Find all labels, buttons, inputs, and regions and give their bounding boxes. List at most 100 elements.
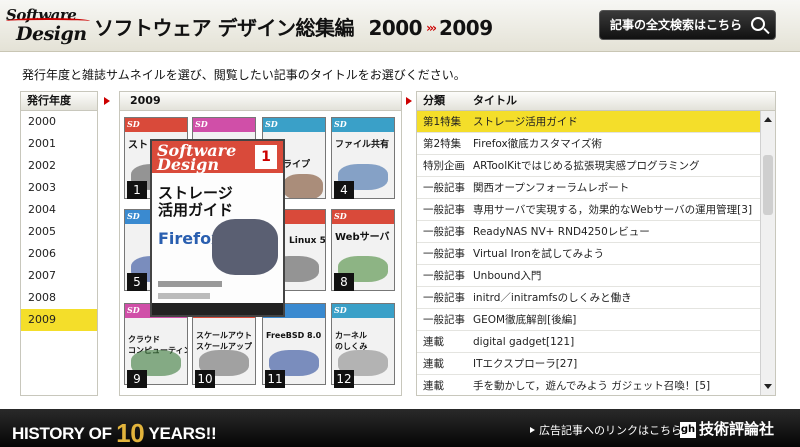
- cover-logo: SD: [334, 119, 347, 129]
- issue-number-badge[interactable]: 12: [334, 370, 354, 388]
- arrow-right-icon: [104, 97, 110, 105]
- year-item-2009[interactable]: 2009: [21, 309, 97, 331]
- history-banner: HISTORY OF 10 YEARS!!: [12, 418, 217, 447]
- cover-headline: スケールアウト スケールアップ: [196, 331, 252, 351]
- table-row[interactable]: 一般記事 GEOM徹底解剖[後編]: [417, 309, 761, 331]
- cover-logo: SD: [127, 305, 140, 315]
- row-title: Firefox徹底カスタマイズ術: [473, 138, 602, 150]
- year-item-2007[interactable]: 2007: [21, 265, 97, 287]
- publisher-logo[interactable]: gh 技術評論社: [680, 418, 774, 438]
- table-row[interactable]: 連載 digital gadget[121]: [417, 331, 761, 353]
- cover-logo: SD: [334, 211, 347, 221]
- cover-logo: SD: [334, 305, 347, 315]
- issue-number-badge[interactable]: 5: [127, 273, 147, 291]
- row-category: 一般記事: [423, 182, 465, 194]
- instruction-text: 発行年度と雑誌サムネイルを選び、閲覧したい記事のタイトルをお選びください。: [22, 68, 466, 82]
- header-bar: Software Design ソフトウェア デザイン総集編 2000 ››› 20…: [0, 0, 800, 52]
- cover-headline: カーネル のしくみ: [335, 331, 368, 351]
- cover-robot-illustration: [212, 219, 278, 275]
- ad-articles-link[interactable]: 広告記事へのリンクはこちら: [530, 422, 682, 438]
- row-title: digital gadget[121]: [473, 336, 575, 348]
- issue-number-badge[interactable]: 4: [334, 181, 354, 199]
- table-row[interactable]: 連載 ITエクスプローラ[27]: [417, 353, 761, 375]
- issue-number-badge[interactable]: 8: [334, 273, 354, 291]
- scrollbar-thumb[interactable]: [763, 155, 773, 215]
- selected-issue-cover-preview[interactable]: Software Design 1 ストレージ 活用ガイド Firefox: [150, 139, 285, 317]
- cover-logo: SD: [127, 119, 140, 129]
- table-row[interactable]: 一般記事 Unbound入門: [417, 265, 761, 287]
- row-title: Virtual Ironを試してみよう: [473, 248, 605, 260]
- row-category: 連載: [423, 336, 444, 348]
- row-category: 一般記事: [423, 248, 465, 260]
- row-title: ReadyNAS NV+ RND4250レビュー: [473, 226, 650, 238]
- software-design-logo[interactable]: Software Design: [6, 6, 90, 46]
- row-title: ARToolKitではじめる拡張現実感プログラミング: [473, 160, 700, 172]
- cover-bottom-bar: [152, 303, 283, 315]
- cover-main-headline: ストレージ 活用ガイド: [158, 184, 234, 219]
- title-text: ソフトウェア デザイン総集編: [94, 16, 354, 40]
- row-title: 手を動かして，遊んでみよう ガジェット召喚！[5]: [473, 380, 711, 392]
- issue-number-badge[interactable]: 1: [127, 181, 147, 199]
- row-category: 一般記事: [423, 204, 465, 216]
- table-row[interactable]: 一般記事 Virtual Ironを試してみよう: [417, 243, 761, 265]
- year-item-2005[interactable]: 2005: [21, 221, 97, 243]
- table-row[interactable]: 特別企画 ARToolKitではじめる拡張現実感プログラミング: [417, 155, 761, 177]
- articles-panel-header: 分類 タイトル: [416, 91, 776, 111]
- row-category: 第2特集: [423, 138, 462, 150]
- years-list: 2000 2001 2002 2003 2004 2005 2006 2007 …: [20, 111, 98, 396]
- table-row[interactable]: 一般記事 専用サーバで実現する，効果的なWebサーバの運用管理[3]: [417, 199, 761, 221]
- title-arrows-icon: ›››: [426, 21, 437, 35]
- issue-number-badge[interactable]: 11: [265, 370, 285, 388]
- articles-table: 第1特集 ストレージ活用ガイド 第2特集 Firefox徹底カスタマイズ術 特別企画…: [416, 111, 776, 396]
- table-row[interactable]: 連載 手を動かして，遊んでみよう ガジェット召喚！[5]: [417, 375, 761, 395]
- publisher-name: 技術評論社: [699, 420, 775, 438]
- row-category: 連載: [423, 380, 444, 392]
- issue-number-badge[interactable]: 10: [195, 370, 215, 388]
- table-row[interactable]: 一般記事 関西オープンフォーラムレポート: [417, 177, 761, 199]
- year-item-2001[interactable]: 2001: [21, 133, 97, 155]
- logo-text-design: Design: [16, 23, 87, 45]
- year-item-2002[interactable]: 2002: [21, 155, 97, 177]
- year-item-2000[interactable]: 2000: [21, 111, 97, 133]
- table-row[interactable]: 第1特集 ストレージ活用ガイド: [417, 111, 761, 133]
- cover-logo: Software Design: [157, 141, 237, 174]
- year-item-2003[interactable]: 2003: [21, 177, 97, 199]
- cover-issue-number: 1: [255, 145, 277, 169]
- cover-headline: Linux 5.0: [289, 236, 326, 246]
- publisher-mark-icon: gh: [680, 422, 696, 438]
- row-title: 関西オープンフォーラムレポート: [473, 182, 630, 194]
- column-header-category: 分類: [423, 94, 445, 107]
- fulltext-search-button[interactable]: 記事の全文検索はこちら: [599, 10, 776, 40]
- history-text-post: YEARS!!: [144, 424, 217, 443]
- articles-scrollbar[interactable]: [760, 111, 775, 395]
- cover-subtext-line: [158, 293, 210, 299]
- row-category: 連載: [423, 358, 444, 370]
- year-item-2006[interactable]: 2006: [21, 243, 97, 265]
- table-row[interactable]: 一般記事 ReadyNAS NV+ RND4250レビュー: [417, 221, 761, 243]
- row-category: 一般記事: [423, 314, 465, 326]
- history-text-number: 10: [116, 418, 145, 447]
- table-row[interactable]: 第2特集 Firefox徹底カスタマイズ術: [417, 133, 761, 155]
- column-header-title: タイトル: [473, 94, 517, 107]
- row-title: GEOM徹底解剖[後編]: [473, 314, 577, 326]
- row-title: Unbound入門: [473, 270, 542, 282]
- scroll-up-arrow-icon[interactable]: [761, 113, 775, 127]
- scroll-down-arrow-icon[interactable]: [761, 380, 775, 394]
- years-panel-header: 発行年度: [20, 91, 98, 111]
- cover-headline: FreeBSD 8.0: [266, 331, 322, 340]
- year-item-2004[interactable]: 2004: [21, 199, 97, 221]
- footer-bar: HISTORY OF 10 YEARS!! 広告記事へのリンクはこちら gh 技術…: [0, 409, 800, 447]
- cover-headline: ファイル共有: [335, 140, 390, 150]
- arrow-right-icon: [406, 97, 412, 105]
- title-year-to: 2009: [438, 16, 493, 40]
- issue-number-badge[interactable]: 9: [127, 370, 147, 388]
- table-row[interactable]: 一般記事 initrd／initramfsのしくみと働き: [417, 287, 761, 309]
- row-title: 専用サーバで実現する，効果的なWebサーバの運用管理[3]: [473, 204, 753, 216]
- row-category: 一般記事: [423, 292, 465, 304]
- cover-headline: ライプ: [283, 160, 311, 170]
- year-item-2008[interactable]: 2008: [21, 287, 97, 309]
- cover-art: [283, 174, 323, 198]
- row-category: 一般記事: [423, 226, 465, 238]
- ad-link-label: 広告記事へのリンクはこちら: [539, 424, 682, 437]
- cover-subtext-line: [158, 281, 222, 287]
